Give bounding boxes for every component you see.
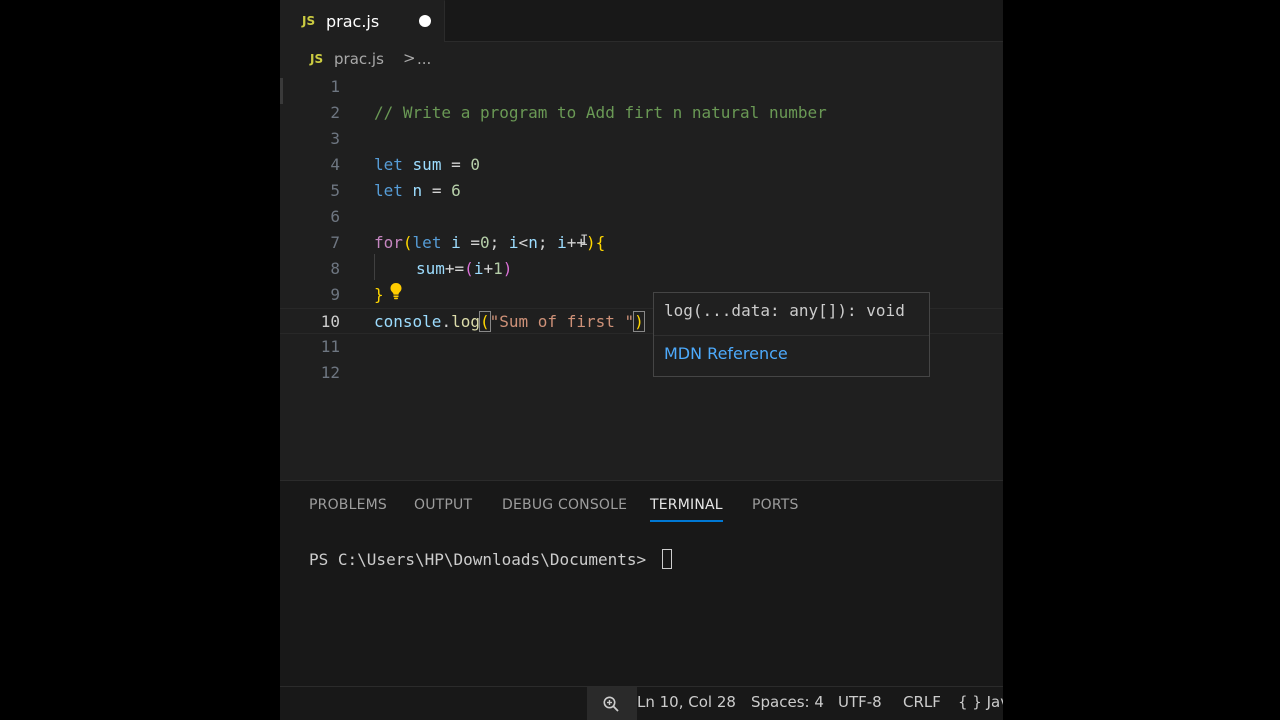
unsaved-dot-icon[interactable] [419, 15, 431, 27]
line-number: 12 [320, 363, 340, 382]
line-number: 8 [330, 259, 340, 278]
tab-prac-js[interactable]: JS prac.js [280, 0, 445, 42]
tab-label: prac.js [326, 12, 380, 31]
code-text: console.log("Sum of first ") [374, 311, 645, 332]
code-text: sum+=(i+1) [416, 259, 513, 278]
line-number: 7 [330, 233, 340, 252]
tooltip-divider [654, 335, 929, 336]
line-number: 5 [330, 181, 340, 200]
breadcrumb-symbols[interactable]: ... [417, 50, 431, 68]
tab-problems[interactable]: PROBLEMS [309, 497, 387, 513]
code-text: for(let i =0; i<n; i++){ [374, 233, 606, 252]
code-text: let n = 6 [374, 181, 461, 200]
terminal-cursor [661, 549, 672, 569]
tab-output[interactable]: OUTPUT [414, 497, 472, 513]
tab-debug-console[interactable]: DEBUG CONSOLE [502, 497, 627, 513]
function-signature: log(...data: any[]): void [664, 301, 905, 320]
status-bar: Ln 10, Col 28 Spaces: 4 UTF-8 CRLF { } J… [280, 686, 1003, 720]
bottom-panel: PROBLEMS OUTPUT DEBUG CONSOLE TERMINAL P… [280, 480, 1003, 686]
code-line: 4 let sum = 0 [280, 152, 1003, 178]
line-number: 10 [320, 312, 340, 331]
line-number: 11 [320, 337, 340, 356]
tab-ports[interactable]: PORTS [752, 497, 799, 513]
line-number: 6 [330, 207, 340, 226]
lightbulb-icon[interactable] [388, 282, 404, 300]
hover-tooltip: log(...data: any[]): void MDN Reference [653, 292, 930, 377]
terminal-output[interactable]: PS C:\Users\HP\Downloads\Documents> [309, 549, 672, 569]
chevron-right-icon: > [403, 49, 416, 67]
code-line: 2 // Write a program to Add firt n natura… [280, 100, 1003, 126]
line-endings[interactable]: CRLF [903, 693, 941, 711]
text-cursor-icon: I [580, 233, 589, 249]
code-line: 8 sum+=(i+1) [280, 256, 1003, 282]
line-number: 2 [330, 103, 340, 122]
terminal-prompt: PS C:\Users\HP\Downloads\Documents> [309, 550, 656, 569]
line-number: 3 [330, 129, 340, 148]
javascript-file-icon: JS [310, 52, 324, 66]
breadcrumb: JS prac.js > ... [280, 46, 1003, 72]
editor-tab-bar: JS prac.js [280, 0, 1003, 42]
code-line: 3 [280, 126, 1003, 152]
line-number: 9 [330, 285, 340, 304]
zoom-button[interactable] [587, 687, 637, 720]
breadcrumb-file[interactable]: prac.js [334, 50, 384, 68]
mdn-reference-link[interactable]: MDN Reference [664, 344, 788, 363]
indent-guide [374, 254, 375, 280]
line-number: 4 [330, 155, 340, 174]
cursor-position[interactable]: Ln 10, Col 28 [637, 693, 736, 711]
tab-terminal[interactable]: TERMINAL [650, 497, 723, 522]
encoding[interactable]: UTF-8 [838, 693, 882, 711]
javascript-file-icon: JS [302, 14, 316, 28]
code-line: 7 for(let i =0; i<n; i++){ [280, 230, 1003, 256]
comment: // Write a program to Add firt n natural… [374, 103, 827, 122]
zoom-icon [603, 696, 619, 712]
vscode-window: JS prac.js JS prac.js > ... 1 2 // Write … [280, 0, 1003, 720]
code-text: let sum = 0 [374, 155, 480, 174]
code-line: 5 let n = 6 [280, 178, 1003, 204]
line-number: 1 [330, 77, 340, 96]
code-line: 1 [280, 74, 1003, 100]
indentation[interactable]: Spaces: 4 [751, 693, 824, 711]
code-text: } [374, 285, 384, 304]
language-mode[interactable]: { } Jav [958, 693, 1003, 711]
code-editor[interactable]: 1 2 // Write a program to Add firt n natu… [280, 72, 1003, 480]
code-line: 6 [280, 204, 1003, 230]
